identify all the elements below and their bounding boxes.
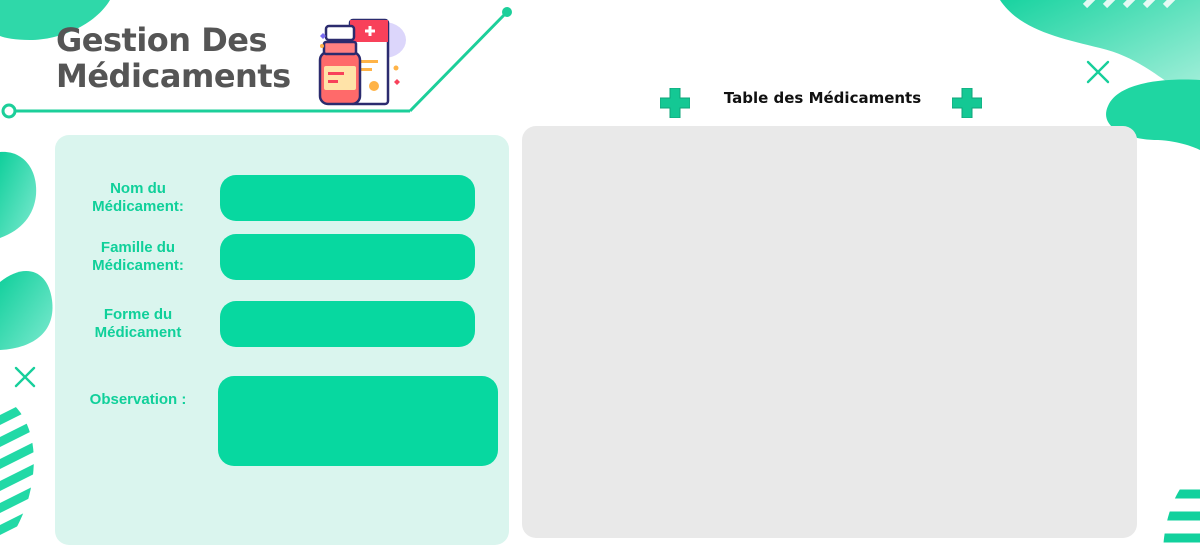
title-line-2: Médicaments <box>56 57 291 95</box>
medical-cross-icon <box>952 88 982 118</box>
medication-table[interactable] <box>522 126 1137 538</box>
famille-label: Famille du Médicament: <box>92 239 184 274</box>
nom-input[interactable] <box>220 175 475 221</box>
cross-deco-left <box>14 366 36 388</box>
app-window: Gestion Des Médicaments Nom du Médicamen… <box>0 0 1200 550</box>
page-title: Gestion Des Médicaments <box>56 22 316 94</box>
forme-label: Forme du Médicament <box>94 306 182 341</box>
observation-textarea[interactable] <box>218 376 498 466</box>
medicine-bottle-icon <box>318 18 406 106</box>
observation-label: Observation : <box>89 391 187 408</box>
title-line-1: Gestion Des <box>56 21 268 59</box>
cross-deco-right <box>1086 60 1110 84</box>
table-title: Table des Médicaments <box>723 89 922 107</box>
forme-input[interactable] <box>220 301 475 347</box>
blob-left-lower <box>0 270 53 350</box>
nom-label: Nom du Médicament: <box>92 180 184 215</box>
blob-left-upper <box>0 151 37 238</box>
famille-input[interactable] <box>220 234 475 280</box>
medical-cross-icon <box>660 88 690 118</box>
medication-form: Nom du Médicament: Famille du Médicament… <box>55 135 509 545</box>
